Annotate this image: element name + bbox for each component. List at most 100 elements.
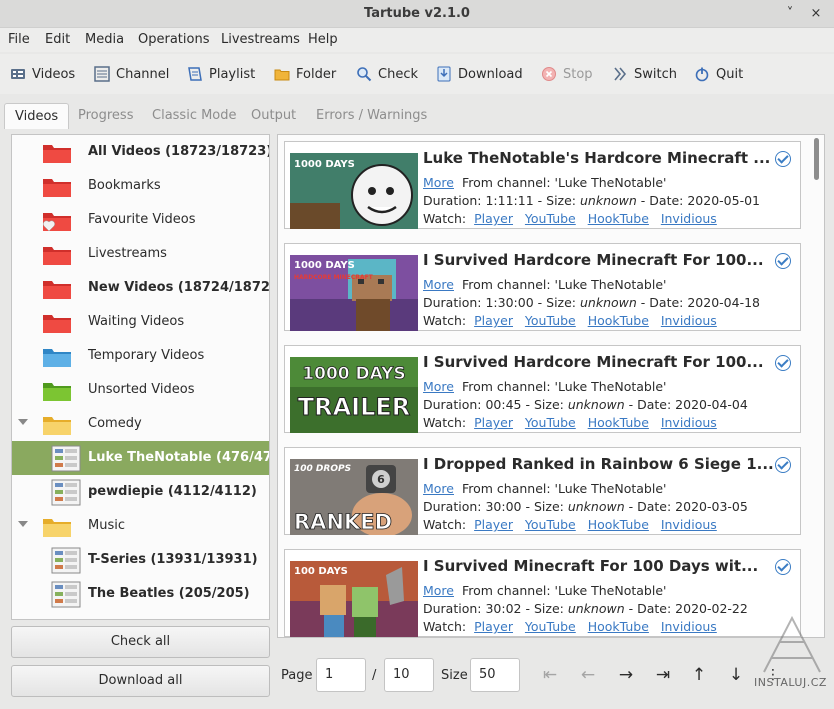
page-separator: / <box>372 668 377 683</box>
size-label: Size <box>441 668 468 683</box>
invidious-link[interactable]: Invidious <box>661 211 717 226</box>
sidebar-item-t-series[interactable]: T-Series (13931/13931) <box>12 543 269 577</box>
sidebar-item-unsorted-videos[interactable]: Unsorted Videos <box>12 373 269 407</box>
date-text: Date: 2020-04-18 <box>649 295 760 310</box>
hooktube-link[interactable]: HookTube <box>588 415 649 430</box>
menu-edit[interactable]: Edit <box>45 32 70 47</box>
page-number-input[interactable]: 1 <box>316 658 366 692</box>
sidebar-item-music[interactable]: Music <box>12 509 269 543</box>
invidious-link[interactable]: Invidious <box>661 517 717 532</box>
sidebar-item-temporary-videos[interactable]: Temporary Videos <box>12 339 269 373</box>
watermark-text: INSTALUJ.CZ <box>754 676 827 689</box>
video-card[interactable]: 100 DAYS I Survived Minecraft For 100 Da… <box>284 549 801 637</box>
check-all-button[interactable]: Check all <box>11 626 270 658</box>
video-title[interactable]: I Dropped Ranked in Rainbow 6 Siege 1... <box>423 455 774 473</box>
expander-arrow-icon[interactable] <box>18 419 28 425</box>
video-card[interactable]: 6 100 DROPS RANKED I Dropped Ranked in R… <box>284 447 801 535</box>
next-page-icon[interactable]: → <box>615 664 637 686</box>
hooktube-link[interactable]: HookTube <box>588 211 649 226</box>
channel-text: From channel: 'Luke TheNotable' <box>461 277 667 292</box>
menu-file[interactable]: File <box>8 32 30 47</box>
youtube-link[interactable]: YouTube <box>525 211 576 226</box>
scroll-down-icon[interactable]: ↓ <box>725 664 747 686</box>
hooktube-link[interactable]: HookTube <box>588 619 649 634</box>
player-link[interactable]: Player <box>474 619 513 634</box>
sidebar-item-new-videos[interactable]: New Videos (18724/18724) <box>12 271 269 305</box>
menu-livestreams[interactable]: Livestreams <box>221 32 300 47</box>
youtube-link[interactable]: YouTube <box>525 415 576 430</box>
hooktube-link[interactable]: HookTube <box>588 517 649 532</box>
more-link[interactable]: More <box>423 481 454 496</box>
more-link[interactable]: More <box>423 583 454 598</box>
tab-classic-mode[interactable]: Classic Mode <box>142 103 247 129</box>
checkmark-icon <box>775 559 791 575</box>
youtube-link[interactable]: YouTube <box>525 619 576 634</box>
video-thumbnail[interactable]: 100 DAYS <box>290 561 418 637</box>
sidebar-item-the-beatles[interactable]: The Beatles (205/205) <box>12 577 269 611</box>
page-size-input[interactable]: 50 <box>470 658 520 692</box>
menu-help[interactable]: Help <box>308 32 338 47</box>
video-list-scrollbar[interactable] <box>812 136 820 636</box>
hooktube-link[interactable]: HookTube <box>588 313 649 328</box>
stop-button[interactable]: Stop <box>541 64 593 84</box>
tab-videos[interactable]: Videos <box>4 103 70 129</box>
minimize-button[interactable]: ˅ <box>780 4 800 24</box>
video-title[interactable]: Luke TheNotable's Hardcore Minecraft ... <box>423 149 770 167</box>
last-page-icon[interactable]: ⇥ <box>652 664 674 686</box>
video-thumbnail[interactable]: 1000 DAYS HARDCORE MINECRAFT <box>290 255 418 331</box>
previous-page-icon[interactable]: ← <box>577 664 599 686</box>
more-link[interactable]: More <box>423 175 454 190</box>
thumbnail-subtext: RANKED <box>294 510 392 534</box>
scroll-up-icon[interactable]: ↑ <box>688 664 710 686</box>
switch-button[interactable]: Switch <box>612 64 677 84</box>
toolbar: Videos Channel Playlist Folder Check Dow… <box>0 54 834 94</box>
sidebar-item-favourite-videos[interactable]: Favourite Videos <box>12 203 269 237</box>
download-all-button[interactable]: Download all <box>11 665 270 697</box>
channel-text: From channel: 'Luke TheNotable' <box>461 583 667 598</box>
check-button[interactable]: Check <box>356 64 418 84</box>
folder-button[interactable]: Folder <box>274 64 336 84</box>
video-card[interactable]: 1000 DAYS Luke TheNotable's Hardcore Min… <box>284 141 801 229</box>
video-title[interactable]: I Survived Minecraft For 100 Days wit... <box>423 557 758 575</box>
video-thumbnail[interactable]: 1000 DAYS TRAILER <box>290 357 418 433</box>
quit-button[interactable]: Quit <box>694 64 743 84</box>
video-thumbnail[interactable]: 1000 DAYS <box>290 153 418 229</box>
download-button[interactable]: Download <box>436 64 523 84</box>
sidebar-item-bookmarks[interactable]: Bookmarks <box>12 169 269 203</box>
player-link[interactable]: Player <box>474 415 513 430</box>
thumbnail-subtext: TRAILER <box>298 393 411 421</box>
menu-operations[interactable]: Operations <box>138 32 209 47</box>
invidious-link[interactable]: Invidious <box>661 313 717 328</box>
videos-button[interactable]: Videos <box>10 64 75 84</box>
expander-arrow-icon[interactable] <box>18 521 28 527</box>
invidious-link[interactable]: Invidious <box>661 415 717 430</box>
youtube-link[interactable]: YouTube <box>525 313 576 328</box>
first-page-icon[interactable]: ⇤ <box>539 664 561 686</box>
video-title[interactable]: I Survived Hardcore Minecraft For 100... <box>423 251 764 269</box>
channel-button[interactable]: Channel <box>94 64 169 84</box>
video-card[interactable]: 1000 DAYS TRAILER I Survived Hardcore Mi… <box>284 345 801 433</box>
sidebar-item-livestreams[interactable]: Livestreams <box>12 237 269 271</box>
more-link[interactable]: More <box>423 277 454 292</box>
video-thumbnail[interactable]: 6 100 DROPS RANKED <box>290 459 418 535</box>
playlist-button[interactable]: Playlist <box>187 64 255 84</box>
menu-media[interactable]: Media <box>85 32 124 47</box>
sidebar-item-comedy[interactable]: Comedy <box>12 407 269 441</box>
sidebar-item-luke-thenotable[interactable]: Luke TheNotable (476/476) <box>12 441 269 475</box>
tab-output[interactable]: Output <box>241 103 306 129</box>
sidebar-item-waiting-videos[interactable]: Waiting Videos <box>12 305 269 339</box>
scrollbar-thumb[interactable] <box>814 138 819 180</box>
more-link[interactable]: More <box>423 379 454 394</box>
player-link[interactable]: Player <box>474 517 513 532</box>
close-button[interactable]: × <box>806 4 826 24</box>
video-card[interactable]: 1000 DAYS HARDCORE MINECRAFT I Survived … <box>284 243 801 331</box>
tab-errors-warnings[interactable]: Errors / Warnings <box>306 103 437 129</box>
sidebar-item-all-videos[interactable]: All Videos (18723/18723) <box>12 135 269 169</box>
invidious-link[interactable]: Invidious <box>661 619 717 634</box>
tab-progress[interactable]: Progress <box>68 103 143 129</box>
youtube-link[interactable]: YouTube <box>525 517 576 532</box>
video-title[interactable]: I Survived Hardcore Minecraft For 100... <box>423 353 764 371</box>
player-link[interactable]: Player <box>474 211 513 226</box>
sidebar-item-pewdiepie[interactable]: pewdiepie (4112/4112) <box>12 475 269 509</box>
player-link[interactable]: Player <box>474 313 513 328</box>
